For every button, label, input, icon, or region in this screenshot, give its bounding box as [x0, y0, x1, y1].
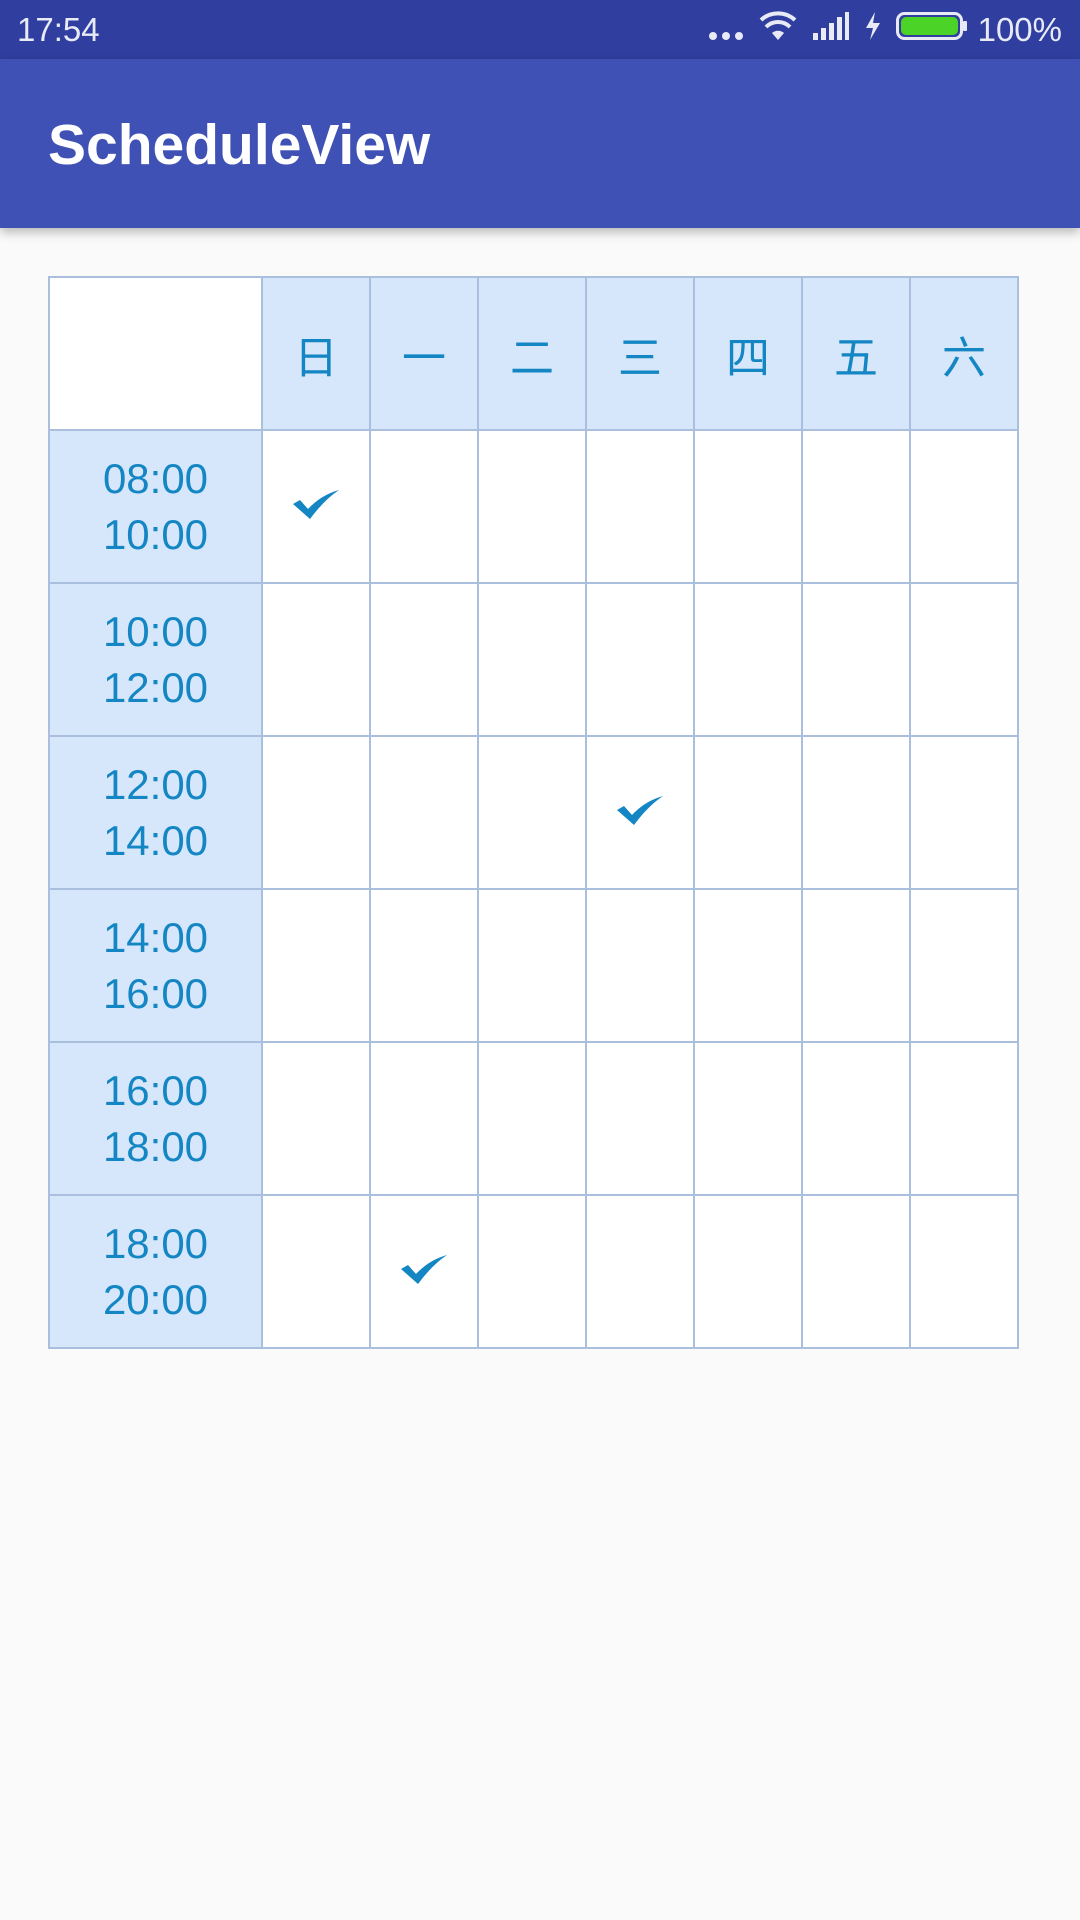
day-header: 六 [909, 276, 1019, 431]
schedule-cell[interactable] [369, 888, 479, 1043]
time-slot-label: 16:00 18:00 [48, 1041, 263, 1196]
schedule-cell[interactable] [477, 1194, 587, 1349]
slot-end-time: 18:00 [102, 1122, 209, 1170]
day-header: 一 [369, 276, 479, 431]
schedule-cell[interactable] [585, 1041, 695, 1196]
schedule-cell[interactable] [585, 582, 695, 737]
day-header: 四 [693, 276, 803, 431]
time-slot-row: 08:00 10:00 [48, 429, 1019, 584]
schedule-cell[interactable] [801, 1194, 911, 1349]
schedule-cell[interactable] [909, 429, 1019, 584]
schedule-cell[interactable] [477, 1041, 587, 1196]
corner-cell [48, 276, 263, 431]
schedule-cell[interactable] [693, 1194, 803, 1349]
slot-end-time: 14:00 [102, 816, 209, 864]
slot-end-time: 10:00 [102, 510, 209, 558]
schedule-cell[interactable] [585, 429, 695, 584]
time-slot-label: 10:00 12:00 [48, 582, 263, 737]
schedule-cell[interactable] [369, 1194, 479, 1349]
schedule-cell[interactable] [477, 888, 587, 1043]
checkmark-icon [399, 1252, 449, 1291]
time-slot-label: 18:00 20:00 [48, 1194, 263, 1349]
schedule-cell[interactable] [693, 735, 803, 890]
slot-start-time: 08:00 [102, 454, 209, 502]
schedule-cell[interactable] [369, 735, 479, 890]
schedule-cell[interactable] [477, 735, 587, 890]
schedule-cell[interactable] [801, 429, 911, 584]
charging-bolt-icon [864, 11, 882, 49]
schedule-cell[interactable] [261, 735, 371, 890]
slot-start-time: 12:00 [102, 760, 209, 808]
checkmark-icon [615, 793, 665, 832]
slot-end-time: 20:00 [102, 1275, 209, 1323]
time-slot-label: 12:00 14:00 [48, 735, 263, 890]
schedule-cell[interactable] [261, 429, 371, 584]
schedule-cell[interactable] [693, 1041, 803, 1196]
schedule-cell[interactable] [801, 888, 911, 1043]
time-slot-row: 16:00 18:00 [48, 1041, 1019, 1196]
schedule-cell[interactable] [909, 735, 1019, 890]
time-slot-label: 14:00 16:00 [48, 888, 263, 1043]
schedule-cell[interactable] [261, 1041, 371, 1196]
day-header-row: 日 一 二 三 四 五 六 [48, 276, 1019, 431]
schedule-cell[interactable] [477, 582, 587, 737]
battery-icon [895, 11, 968, 49]
battery-percent: 100% [977, 11, 1062, 48]
status-time: 17:54 [17, 11, 100, 48]
schedule-cell[interactable] [909, 582, 1019, 737]
schedule-cell[interactable] [369, 582, 479, 737]
cell-signal-icon [812, 11, 850, 49]
schedule-cell[interactable] [585, 1194, 695, 1349]
schedule-cell[interactable] [693, 888, 803, 1043]
schedule-cell[interactable] [261, 888, 371, 1043]
schedule-cell[interactable] [693, 429, 803, 584]
day-header: 三 [585, 276, 695, 431]
slot-end-time: 16:00 [102, 969, 209, 1017]
time-slot-row: 14:00 16:00 [48, 888, 1019, 1043]
day-header: 五 [801, 276, 911, 431]
time-slot-row: 12:00 14:00 [48, 735, 1019, 890]
schedule-cell[interactable] [369, 1041, 479, 1196]
app-bar: ScheduleView [0, 59, 1080, 228]
slot-start-time: 18:00 [102, 1219, 209, 1267]
schedule-cell[interactable] [909, 888, 1019, 1043]
time-slot-label: 08:00 10:00 [48, 429, 263, 584]
schedule-cell[interactable] [801, 1041, 911, 1196]
day-header: 日 [261, 276, 371, 431]
status-bar: 17:54 100% [0, 0, 1080, 59]
wifi-icon [758, 10, 798, 50]
status-icons: 100% [694, 8, 1062, 52]
schedule-cell[interactable] [585, 735, 695, 890]
schedule-cell[interactable] [801, 735, 911, 890]
schedule-cell[interactable] [801, 582, 911, 737]
schedule-cell[interactable] [261, 1194, 371, 1349]
slot-end-time: 12:00 [102, 663, 209, 711]
schedule-cell[interactable] [369, 429, 479, 584]
schedule-cell[interactable] [909, 1194, 1019, 1349]
schedule-cell[interactable] [261, 582, 371, 737]
schedule-cell[interactable] [693, 582, 803, 737]
schedule-cell[interactable] [585, 888, 695, 1043]
day-header: 二 [477, 276, 587, 431]
checkmark-icon [291, 487, 341, 526]
schedule-cell[interactable] [909, 1041, 1019, 1196]
slot-start-time: 16:00 [102, 1066, 209, 1114]
slot-start-time: 14:00 [102, 913, 209, 961]
time-slot-row: 10:00 12:00 [48, 582, 1019, 737]
app-title: ScheduleView [48, 113, 431, 177]
more-dots-icon [708, 11, 744, 49]
schedule-grid: 日 一 二 三 四 五 六 08:00 10:00 10:00 12:00 12:00 1… [48, 276, 1019, 1349]
schedule-cell[interactable] [477, 429, 587, 584]
slot-start-time: 10:00 [102, 607, 209, 655]
time-slot-row: 18:00 20:00 [48, 1194, 1019, 1349]
